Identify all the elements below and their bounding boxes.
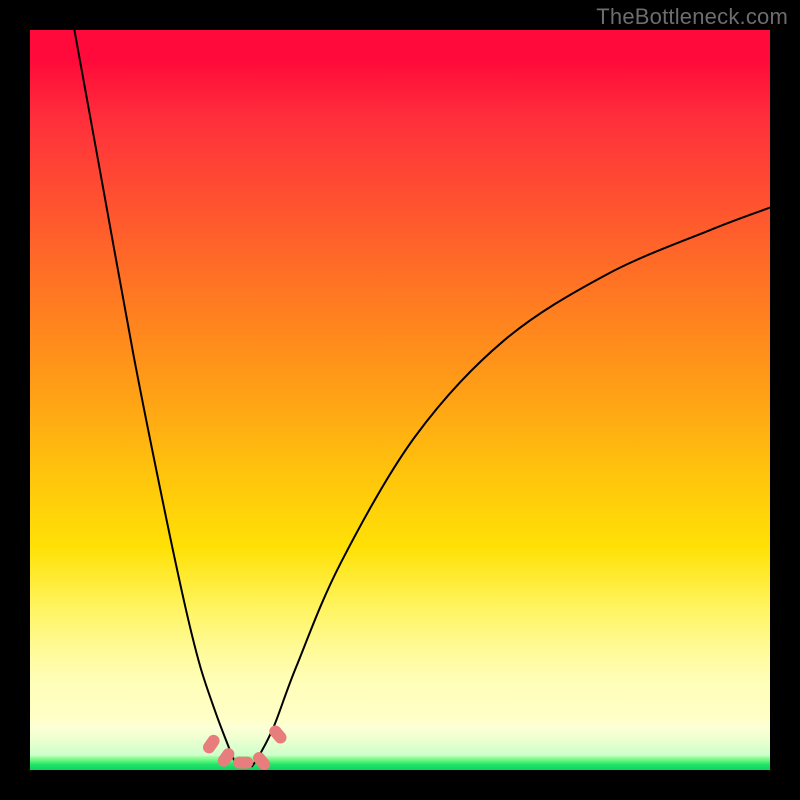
blob-4 (251, 750, 273, 770)
blob-3 (233, 757, 253, 769)
curve-left-branch (74, 30, 237, 766)
curve-right-branch (252, 208, 770, 767)
blob-1 (201, 732, 222, 755)
chart-frame: TheBottleneck.com (0, 0, 800, 800)
blob-5 (267, 723, 289, 746)
watermark-text: TheBottleneck.com (596, 4, 788, 30)
marker-group (201, 723, 289, 770)
curve-layer (30, 30, 770, 770)
plot-area (30, 30, 770, 770)
